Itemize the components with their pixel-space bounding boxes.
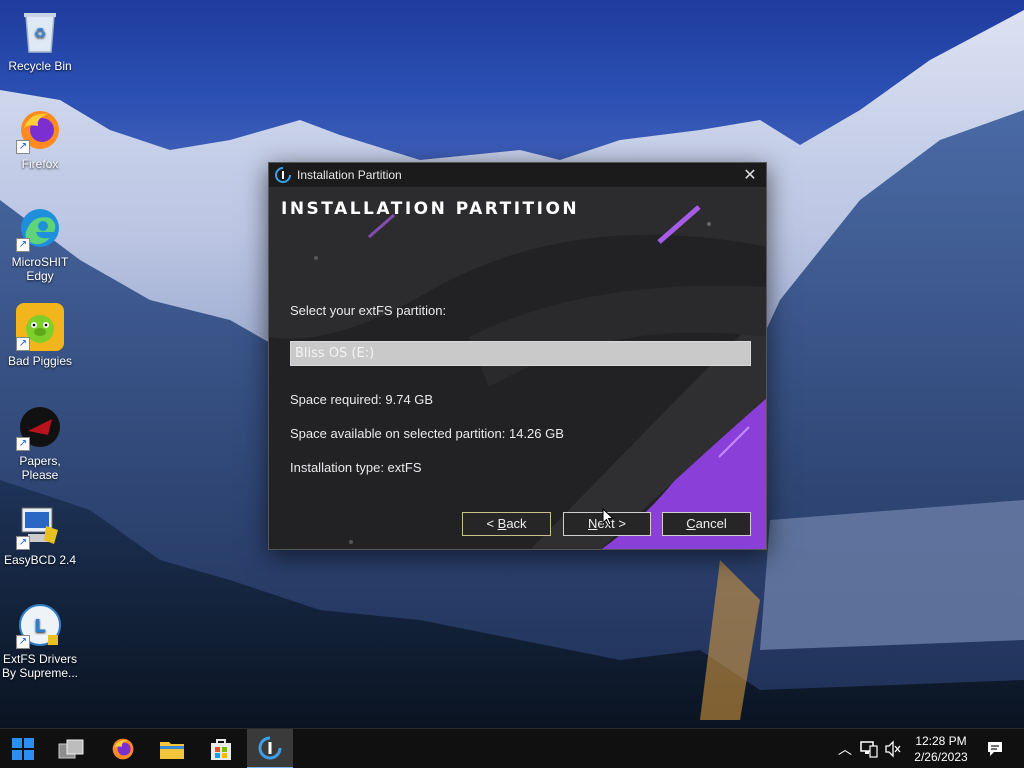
desktop-icon-label: Firefox (21, 157, 59, 171)
start-button[interactable] (0, 729, 46, 768)
taskbar-clock[interactable]: 12:28 PM 2/26/2023 (900, 733, 982, 765)
desktop-icon-extfs-drivers[interactable]: L ↗ ExtFS Drivers By Supreme... (0, 601, 80, 680)
desktop-icon-easybcd[interactable]: ↗ EasyBCD 2.4 (0, 502, 80, 567)
easybcd-icon: ↗ (16, 502, 64, 550)
shortcut-arrow-icon: ↗ (16, 635, 30, 649)
shortcut-arrow-icon: ↗ (16, 238, 30, 252)
clock-date: 2/26/2023 (914, 750, 968, 764)
desktop-icon-label: ExtFS Drivers By Supreme... (1, 652, 79, 680)
desktop-icon-edge[interactable]: ↗ MicroSHIT Edgy (0, 204, 80, 283)
bliss-app-icon (275, 167, 291, 183)
extfs-drivers-icon: L ↗ (16, 601, 64, 649)
notification-icon (988, 742, 1002, 756)
desktop-icon-label: Papers, Please (19, 454, 61, 482)
network-icon (860, 741, 878, 758)
firefox-icon (112, 738, 134, 760)
folder-icon (160, 742, 184, 759)
shortcut-arrow-icon: ↗ (16, 437, 30, 451)
desktop-icon-label: MicroSHIT Edgy (11, 255, 69, 283)
firefox-icon: ↗ (16, 106, 64, 154)
bad-piggies-icon: ↗ (16, 303, 64, 351)
desktop-icon-recycle-bin[interactable]: ♻ Recycle Bin (0, 8, 80, 73)
svg-text:L: L (34, 616, 45, 637)
shortcut-arrow-icon: ↗ (16, 140, 30, 154)
show-hidden-icons-button[interactable]: ︿ (836, 729, 854, 768)
papers-please-icon: ↗ (16, 403, 64, 451)
desktop-icon-bad-piggies[interactable]: ↗ Bad Piggies (0, 303, 80, 368)
dialog-background-art (269, 187, 766, 549)
desktop-icon-papers-please[interactable]: ↗ Papers, Please (0, 403, 80, 482)
windows-logo-icon (12, 738, 34, 760)
banner-heading: INSTALLATION PARTITION (281, 199, 580, 219)
clock-time: 12:28 PM (915, 734, 967, 748)
bliss-app-icon (258, 736, 282, 760)
installation-partition-dialog: Installation Partition ✕ INSTALLATION PA… (268, 162, 767, 550)
partition-dropdown[interactable]: Bliss OS (E:) (290, 341, 751, 366)
mouse-cursor-icon (602, 508, 614, 526)
desktop-icon-label: Recycle Bin (8, 59, 72, 73)
desktop-icon-label: Bad Piggies (7, 354, 73, 368)
taskbar-installer[interactable] (247, 729, 293, 768)
task-view-button[interactable] (48, 729, 94, 768)
installation-type-text: Installation type: extFS (290, 460, 422, 475)
partition-select-label: Select your extFS partition: (290, 303, 447, 318)
store-icon (211, 739, 231, 760)
taskbar-file-explorer[interactable] (149, 729, 195, 768)
dialog-titlebar[interactable]: Installation Partition ✕ (269, 163, 766, 187)
chevron-up-icon: ︿ (838, 741, 852, 757)
space-available-text: Space available on selected partition: 1… (290, 426, 564, 441)
shortcut-arrow-icon: ↗ (16, 337, 30, 351)
notification-center-button[interactable] (986, 729, 1004, 768)
edge-icon: ↗ (16, 204, 64, 252)
task-view-icon (58, 739, 84, 759)
svg-text:♻: ♻ (34, 26, 47, 42)
network-status[interactable] (860, 729, 878, 768)
space-required-text: Space required: 9.74 GB (290, 392, 434, 407)
shortcut-arrow-icon: ↗ (16, 536, 30, 550)
desktop-icon-label: EasyBCD 2.4 (3, 553, 77, 567)
dialog-title: Installation Partition (297, 168, 402, 182)
desktop-icon-firefox[interactable]: ↗ Firefox (0, 106, 80, 171)
recycle-bin-icon: ♻ (16, 8, 64, 56)
close-icon: ✕ (743, 167, 757, 184)
taskbar-firefox[interactable] (100, 729, 146, 768)
taskbar-store[interactable] (198, 729, 244, 768)
taskbar: ︿ 12:28 PM 2/26/2023 (0, 728, 1024, 768)
cancel-button[interactable]: Cancel (662, 512, 751, 536)
back-button[interactable]: < Back (462, 512, 551, 536)
close-button[interactable]: ✕ (734, 163, 766, 187)
